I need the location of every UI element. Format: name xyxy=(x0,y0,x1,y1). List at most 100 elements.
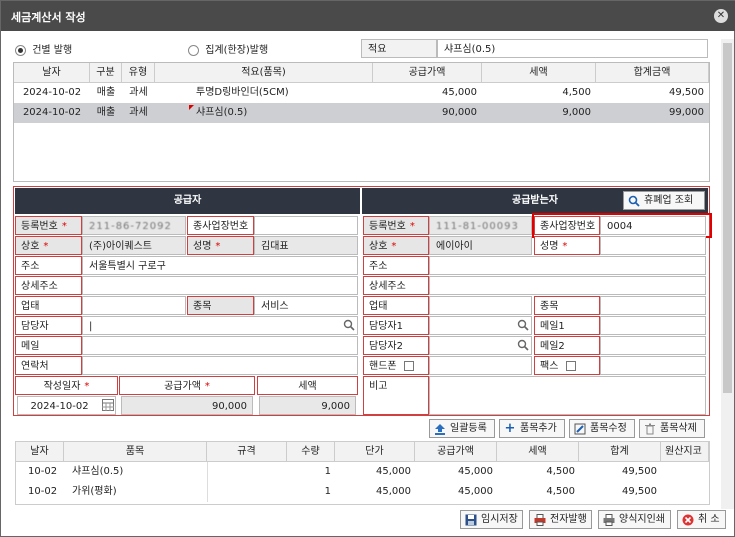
scrollbar-thumb[interactable] xyxy=(723,43,732,393)
supplier-addr2-label: 상세주소 xyxy=(15,276,82,295)
trash-icon xyxy=(644,423,656,435)
closure-check-button[interactable]: 휴폐업 조회 xyxy=(623,191,705,210)
item-price: 45,000 xyxy=(376,466,411,477)
buyer-manager1-label: 담당자1 xyxy=(363,316,429,335)
search-icon[interactable] xyxy=(517,319,529,331)
item-name: 가위(평화) xyxy=(72,486,117,497)
col-header-supply: 공급가액 xyxy=(415,442,497,462)
buyer-manager2-label: 담당자2 xyxy=(363,336,429,355)
floppy-disk-icon xyxy=(465,514,477,526)
save-temp-button[interactable]: 임시저장 xyxy=(460,510,523,529)
item-qty: 1 xyxy=(324,486,331,497)
radio-individual-label: 건별 발행 xyxy=(32,45,73,56)
supplier-addr-field[interactable]: 서울특별시 구로구 xyxy=(82,256,358,275)
buyer-name-field: 에이아이 xyxy=(429,236,532,255)
fax-checkbox[interactable] xyxy=(565,361,576,371)
buyer-mail1-field[interactable] xyxy=(600,316,706,335)
invoice-list-grid: 날자 구분 유형 적요(품목) 공급가액 세액 합계금액 2024-10-02 … xyxy=(13,62,710,182)
print-form-button[interactable]: 양식지인쇄 xyxy=(598,510,671,529)
printer-icon xyxy=(603,514,615,526)
buyer-fax-label: 팩스 xyxy=(534,356,600,375)
supplier-mail-field[interactable] xyxy=(82,336,358,355)
buyer-addr-field[interactable] xyxy=(429,256,706,275)
item-date: 10-02 xyxy=(28,486,58,497)
col-header-price: 단가 xyxy=(335,442,415,462)
edit-marker-icon xyxy=(189,105,194,110)
buyer-addr2-field[interactable] xyxy=(429,276,706,295)
e-issue-label: 전자발행 xyxy=(550,514,587,525)
col-header-total: 합계금액 xyxy=(596,63,709,83)
supplier-ceo-label: 성명 * xyxy=(187,236,254,255)
supplier-branch-label: 종사업장번호 xyxy=(187,216,254,235)
window-scrollbar[interactable] xyxy=(721,39,734,509)
radio-individual[interactable]: 건별 발행 xyxy=(15,41,72,56)
date-label: 작성일자 * xyxy=(15,376,118,395)
buyer-biz-field[interactable] xyxy=(429,296,532,315)
radio-dot-icon xyxy=(15,44,26,56)
supplier-contact-field[interactable] xyxy=(82,356,358,375)
buyer-item-label: 종목 xyxy=(534,296,600,315)
amount-label: 공급가액 * xyxy=(119,376,255,395)
item-qty: 1 xyxy=(324,466,331,477)
cancel-button[interactable]: 취 소 xyxy=(677,510,726,529)
search-icon[interactable] xyxy=(343,319,355,331)
col-header-tax: 세액 xyxy=(497,442,579,462)
col-header-total: 합계 xyxy=(579,442,661,462)
edit-item-button[interactable]: 품목수정 xyxy=(569,419,635,438)
save-temp-label: 임시저장 xyxy=(481,514,518,525)
add-item-button[interactable]: + 품목추가 xyxy=(499,419,565,438)
row-type: 매출 xyxy=(96,87,116,98)
phone-checkbox[interactable] xyxy=(403,361,414,371)
supplier-contact-label: 연락처 xyxy=(15,356,82,375)
window-title: 세금계산서 작성 xyxy=(11,11,86,24)
supplier-item-label: 종목 xyxy=(187,296,254,315)
bulk-register-button[interactable]: 일괄등록 xyxy=(429,419,495,438)
buyer-ceo-label: 성명 * xyxy=(534,236,600,255)
supplier-biz-field[interactable] xyxy=(82,296,186,315)
col-header-spec: 규격 xyxy=(207,442,287,462)
search-icon[interactable] xyxy=(517,339,529,351)
buyer-fax-field[interactable] xyxy=(600,356,706,375)
search-icon xyxy=(628,195,640,207)
calendar-icon[interactable] xyxy=(102,399,114,411)
supplier-addr2-field[interactable] xyxy=(82,276,358,295)
supplier-manager-field[interactable]: | xyxy=(82,316,358,335)
buyer-addr2-label: 상세주소 xyxy=(363,276,429,295)
row-type: 매출 xyxy=(96,107,116,118)
buyer-ceo-field[interactable] xyxy=(600,236,706,255)
buyer-phone-field[interactable] xyxy=(429,356,532,375)
supplier-addr-label: 주소 xyxy=(15,256,82,275)
buyer-note-field[interactable] xyxy=(429,376,706,415)
delete-item-button[interactable]: 품목삭제 xyxy=(639,419,705,438)
summary-field[interactable]: 샤프심(0.5) xyxy=(437,39,708,58)
pencil-icon xyxy=(574,423,586,435)
buyer-mail1-label: 메일1 xyxy=(534,316,600,335)
buyer-item-field[interactable] xyxy=(600,296,706,315)
tax-field: 9,000 xyxy=(259,396,356,415)
supplier-branch-field[interactable] xyxy=(254,216,358,235)
buyer-reg-field: 111-81-00093 xyxy=(429,216,532,235)
buyer-mail2-field[interactable] xyxy=(600,336,706,355)
supplier-biz-label: 업태 xyxy=(15,296,82,315)
e-issue-button[interactable]: 전자발행 xyxy=(529,510,592,529)
buyer-phone-label: 핸드폰 xyxy=(363,356,429,375)
radio-summary[interactable]: 집계(한장)발행 xyxy=(188,41,268,56)
col-header-date: 날자 xyxy=(14,63,90,83)
item-supply: 45,000 xyxy=(458,466,493,477)
bulk-register-label: 일괄등록 xyxy=(450,423,487,434)
item-tax: 4,500 xyxy=(546,486,575,497)
item-name: 샤프심(0.5) xyxy=(72,466,124,477)
supplier-reg-label: 등록번호 * xyxy=(15,216,82,235)
col-header-date: 날자 xyxy=(16,442,64,462)
col-header-qty: 수량 xyxy=(287,442,335,462)
item-price: 45,000 xyxy=(376,486,411,497)
printer-icon xyxy=(534,514,546,526)
supplier-name-label: 상호 * xyxy=(15,236,82,255)
cancel-label: 취 소 xyxy=(698,514,720,525)
col-header-origin: 원산지코 xyxy=(661,442,709,462)
row-total: 49,500 xyxy=(669,87,704,98)
col-header-summary: 적요(품목) xyxy=(155,63,373,83)
row-summary: 투명D링바인더(5CM) xyxy=(196,87,289,98)
close-icon[interactable]: ✕ xyxy=(714,9,728,23)
supplier-item-field[interactable]: 서비스 xyxy=(254,296,358,315)
